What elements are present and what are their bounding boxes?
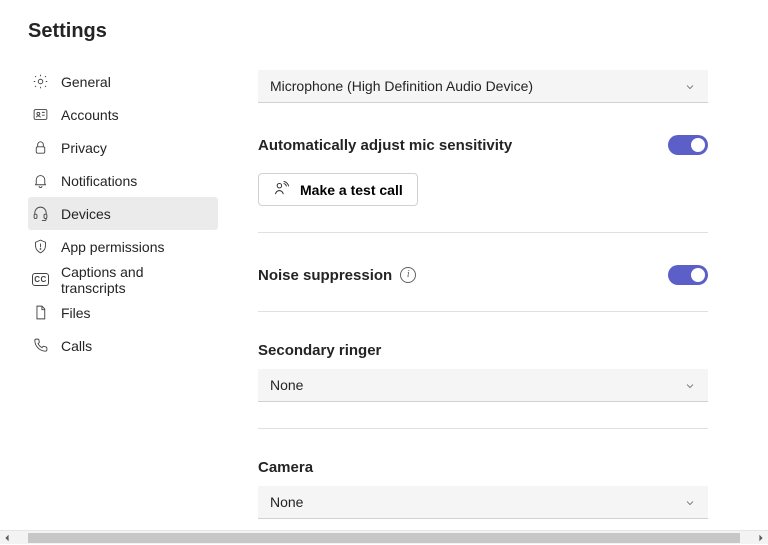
sidebar-item-files[interactable]: Files (28, 296, 218, 329)
microphone-select-value: Microphone (High Definition Audio Device… (270, 78, 533, 94)
headset-icon (32, 205, 49, 222)
sidebar-item-label: App permissions (61, 239, 165, 255)
camera-select[interactable]: None (258, 486, 708, 519)
sidebar-item-label: Privacy (61, 140, 107, 156)
divider (258, 428, 708, 429)
noise-suppression-toggle[interactable] (668, 265, 708, 285)
page-title: Settings (28, 20, 218, 43)
shield-icon (32, 238, 49, 255)
settings-sidebar: Settings General Accounts Privacy (0, 20, 228, 530)
auto-adjust-label: Automatically adjust mic sensitivity (258, 137, 512, 154)
lock-icon (32, 139, 49, 156)
sidebar-item-notifications[interactable]: Notifications (28, 164, 218, 197)
bell-icon (32, 172, 49, 189)
sidebar-item-accounts[interactable]: Accounts (28, 98, 218, 131)
sidebar-item-devices[interactable]: Devices (28, 197, 218, 230)
person-call-icon (273, 180, 290, 200)
make-test-call-button[interactable]: Make a test call (258, 173, 418, 206)
scrollbar-track[interactable] (14, 531, 754, 545)
sidebar-item-label: Calls (61, 338, 92, 354)
sidebar-item-privacy[interactable]: Privacy (28, 131, 218, 164)
sidebar-item-captions[interactable]: CC Captions and transcripts (28, 263, 218, 296)
auto-adjust-toggle[interactable] (668, 135, 708, 155)
divider (258, 311, 708, 312)
auto-adjust-row: Automatically adjust mic sensitivity (258, 135, 708, 155)
sidebar-item-label: Files (61, 305, 91, 321)
cc-icon: CC (32, 273, 49, 286)
noise-suppression-label: Noise suppression i (258, 267, 416, 284)
chevron-down-icon (684, 80, 696, 92)
secondary-ringer-select[interactable]: None (258, 369, 708, 402)
sidebar-item-calls[interactable]: Calls (28, 329, 218, 362)
secondary-ringer-value: None (270, 377, 303, 393)
scroll-right-button[interactable] (754, 531, 768, 545)
settings-main: Microphone (High Definition Audio Device… (228, 20, 768, 530)
sidebar-item-label: Captions and transcripts (61, 264, 208, 296)
divider (258, 232, 708, 233)
scrollbar-thumb[interactable] (28, 533, 740, 543)
info-icon[interactable]: i (400, 267, 416, 283)
sidebar-item-app-permissions[interactable]: App permissions (28, 230, 218, 263)
sidebar-item-label: Accounts (61, 107, 119, 123)
nav-list: General Accounts Privacy Notifications (28, 65, 218, 362)
id-card-icon (32, 106, 49, 123)
microphone-select[interactable]: Microphone (High Definition Audio Device… (258, 70, 708, 103)
noise-suppression-row: Noise suppression i (258, 265, 708, 285)
horizontal-scrollbar[interactable] (0, 530, 768, 544)
noise-suppression-text: Noise suppression (258, 267, 392, 284)
chevron-down-icon (684, 379, 696, 391)
sidebar-item-label: Notifications (61, 173, 137, 189)
gear-icon (32, 73, 49, 90)
chevron-down-icon (684, 496, 696, 508)
sidebar-item-general[interactable]: General (28, 65, 218, 98)
sidebar-item-label: Devices (61, 206, 111, 222)
make-test-call-label: Make a test call (300, 182, 403, 198)
phone-icon (32, 337, 49, 354)
camera-heading: Camera (258, 459, 708, 476)
secondary-ringer-heading: Secondary ringer (258, 342, 708, 359)
sidebar-item-label: General (61, 74, 111, 90)
camera-value: None (270, 494, 303, 510)
file-icon (32, 304, 49, 321)
scroll-left-button[interactable] (0, 531, 14, 545)
